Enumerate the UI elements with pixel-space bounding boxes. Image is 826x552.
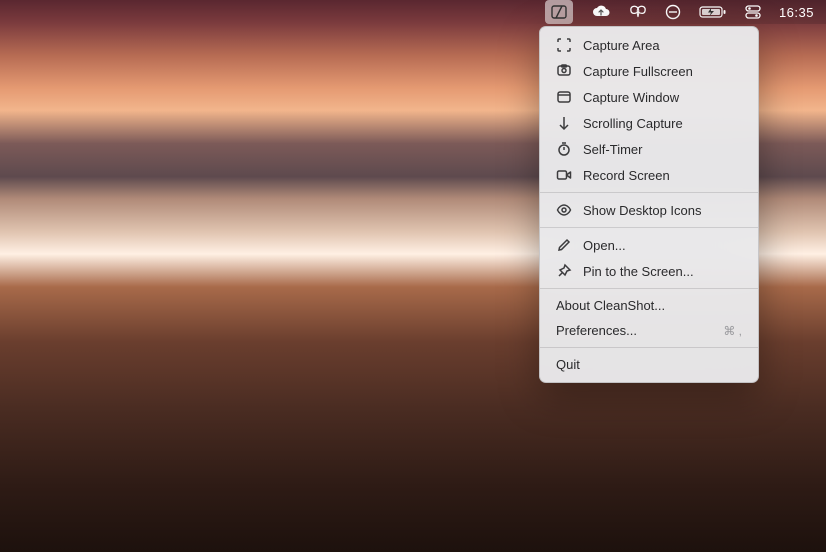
capture-area-icon	[556, 37, 572, 53]
menu-open[interactable]: Open...	[540, 232, 758, 258]
menu-pin-to-screen[interactable]: Pin to the Screen...	[540, 258, 758, 284]
pin-icon	[556, 263, 572, 279]
do-not-disturb-icon[interactable]	[665, 0, 681, 24]
battery-charging-icon[interactable]	[699, 0, 727, 24]
menu-about[interactable]: About CleanShot...	[540, 293, 758, 318]
menu-item-label: Capture Area	[583, 38, 742, 53]
cloud-upload-icon[interactable]	[591, 0, 611, 24]
menu-shortcut: ⌘ ,	[723, 324, 742, 338]
menubar-clock[interactable]: 16:35	[779, 0, 814, 24]
menu-separator	[540, 192, 758, 193]
menu-item-label: Record Screen	[583, 168, 742, 183]
menu-separator	[540, 347, 758, 348]
menu-capture-fullscreen[interactable]: Capture Fullscreen	[540, 58, 758, 84]
menu-record-screen[interactable]: Record Screen	[540, 162, 758, 188]
cleanshot-menubar-icon[interactable]	[545, 0, 573, 24]
menu-item-label: Self-Timer	[583, 142, 742, 157]
menu-item-label: About CleanShot...	[556, 298, 742, 313]
butterfly-icon[interactable]	[629, 0, 647, 24]
menu-item-label: Pin to the Screen...	[583, 264, 742, 279]
menu-self-timer[interactable]: Self-Timer	[540, 136, 758, 162]
menu-capture-area[interactable]: Capture Area	[540, 32, 758, 58]
record-screen-icon	[556, 167, 572, 183]
capture-window-icon	[556, 89, 572, 105]
menu-quit[interactable]: Quit	[540, 352, 758, 377]
menubar: 16:35	[0, 0, 826, 24]
menu-item-label: Capture Window	[583, 90, 742, 105]
menu-item-label: Show Desktop Icons	[583, 203, 742, 218]
menu-item-label: Open...	[583, 238, 742, 253]
control-center-icon[interactable]	[745, 0, 761, 24]
menu-item-label: Capture Fullscreen	[583, 64, 742, 79]
menu-item-label: Quit	[556, 357, 742, 372]
pencil-icon	[556, 237, 572, 253]
self-timer-icon	[556, 141, 572, 157]
cleanshot-menu: Capture Area Capture Fullscreen Capture …	[539, 26, 759, 383]
capture-fullscreen-icon	[556, 63, 572, 79]
menu-scrolling-capture[interactable]: Scrolling Capture	[540, 110, 758, 136]
scrolling-capture-icon	[556, 115, 572, 131]
menu-separator	[540, 288, 758, 289]
menu-item-label: Preferences...	[556, 323, 712, 338]
menu-capture-window[interactable]: Capture Window	[540, 84, 758, 110]
menu-separator	[540, 227, 758, 228]
menu-show-desktop-icons[interactable]: Show Desktop Icons	[540, 197, 758, 223]
menu-item-label: Scrolling Capture	[583, 116, 742, 131]
menu-preferences[interactable]: Preferences... ⌘ ,	[540, 318, 758, 343]
eye-icon	[556, 202, 572, 218]
